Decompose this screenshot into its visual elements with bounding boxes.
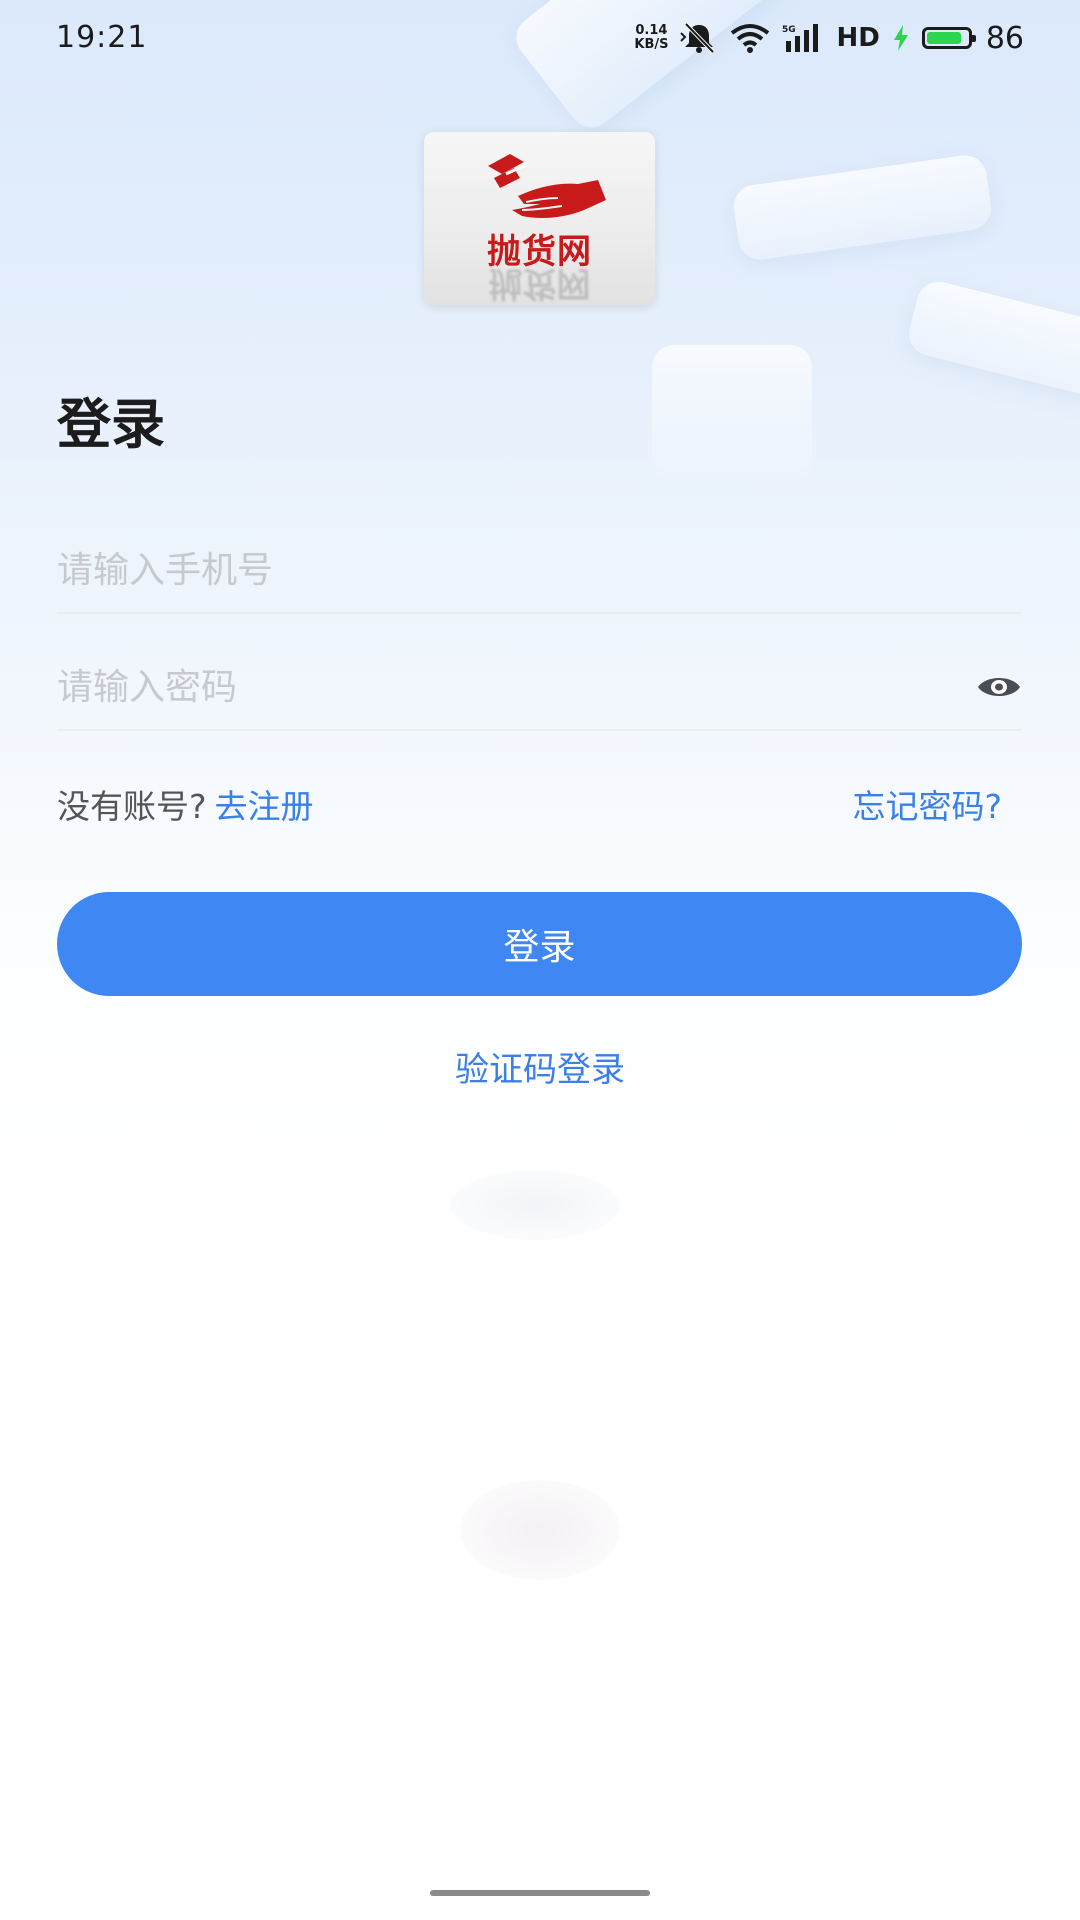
network-speed-value: 0.14	[635, 23, 668, 38]
status-bar: 19:21 0.14 KB/S 5G HD 86	[0, 0, 1080, 78]
bolt-icon	[893, 25, 908, 51]
battery-percent: 86	[985, 20, 1024, 56]
password-field[interactable]	[57, 645, 1022, 731]
account-links-row: 没有账号? 去注册 忘记密码?	[57, 780, 1022, 830]
app-logo: 抛货网 抛货网	[424, 132, 655, 305]
battery-fill	[926, 32, 962, 44]
bell-mute-icon	[680, 22, 715, 54]
status-time: 19:21	[56, 20, 148, 55]
status-icons: 0.14 KB/S 5G HD 86	[634, 18, 1024, 58]
home-indicator[interactable]	[430, 1890, 650, 1896]
decor-glass-shape	[731, 152, 994, 263]
wifi-icon	[731, 24, 770, 53]
login-button[interactable]: 登录	[57, 892, 1022, 996]
svg-text:5G: 5G	[782, 25, 796, 35]
register-link[interactable]: 去注册	[215, 787, 314, 826]
password-input[interactable]	[57, 666, 937, 708]
page-title: 登录	[57, 393, 165, 456]
decor-glass-shape	[460, 1480, 620, 1580]
hand-package-icon	[488, 154, 606, 218]
code-login-link[interactable]: 验证码登录	[0, 1042, 1080, 1091]
phone-input[interactable]	[57, 549, 937, 591]
network-speed: 0.14 KB/S	[634, 24, 668, 52]
signal-icon: 5G	[782, 24, 819, 52]
no-account-text: 没有账号?	[57, 787, 207, 826]
battery-icon	[921, 27, 976, 49]
decor-glass-shape	[652, 345, 812, 480]
phone-field[interactable]	[57, 528, 1022, 614]
decor-glass-shape	[450, 1170, 620, 1240]
network-speed-unit: KB/S	[634, 37, 669, 52]
hd-label: HD	[836, 23, 880, 53]
decor-glass-shape	[904, 277, 1080, 408]
forgot-password-link[interactable]: 忘记密码?	[852, 780, 1002, 828]
logo-text-reflection: 抛货网	[488, 263, 591, 303]
eye-icon[interactable]	[976, 669, 1022, 705]
